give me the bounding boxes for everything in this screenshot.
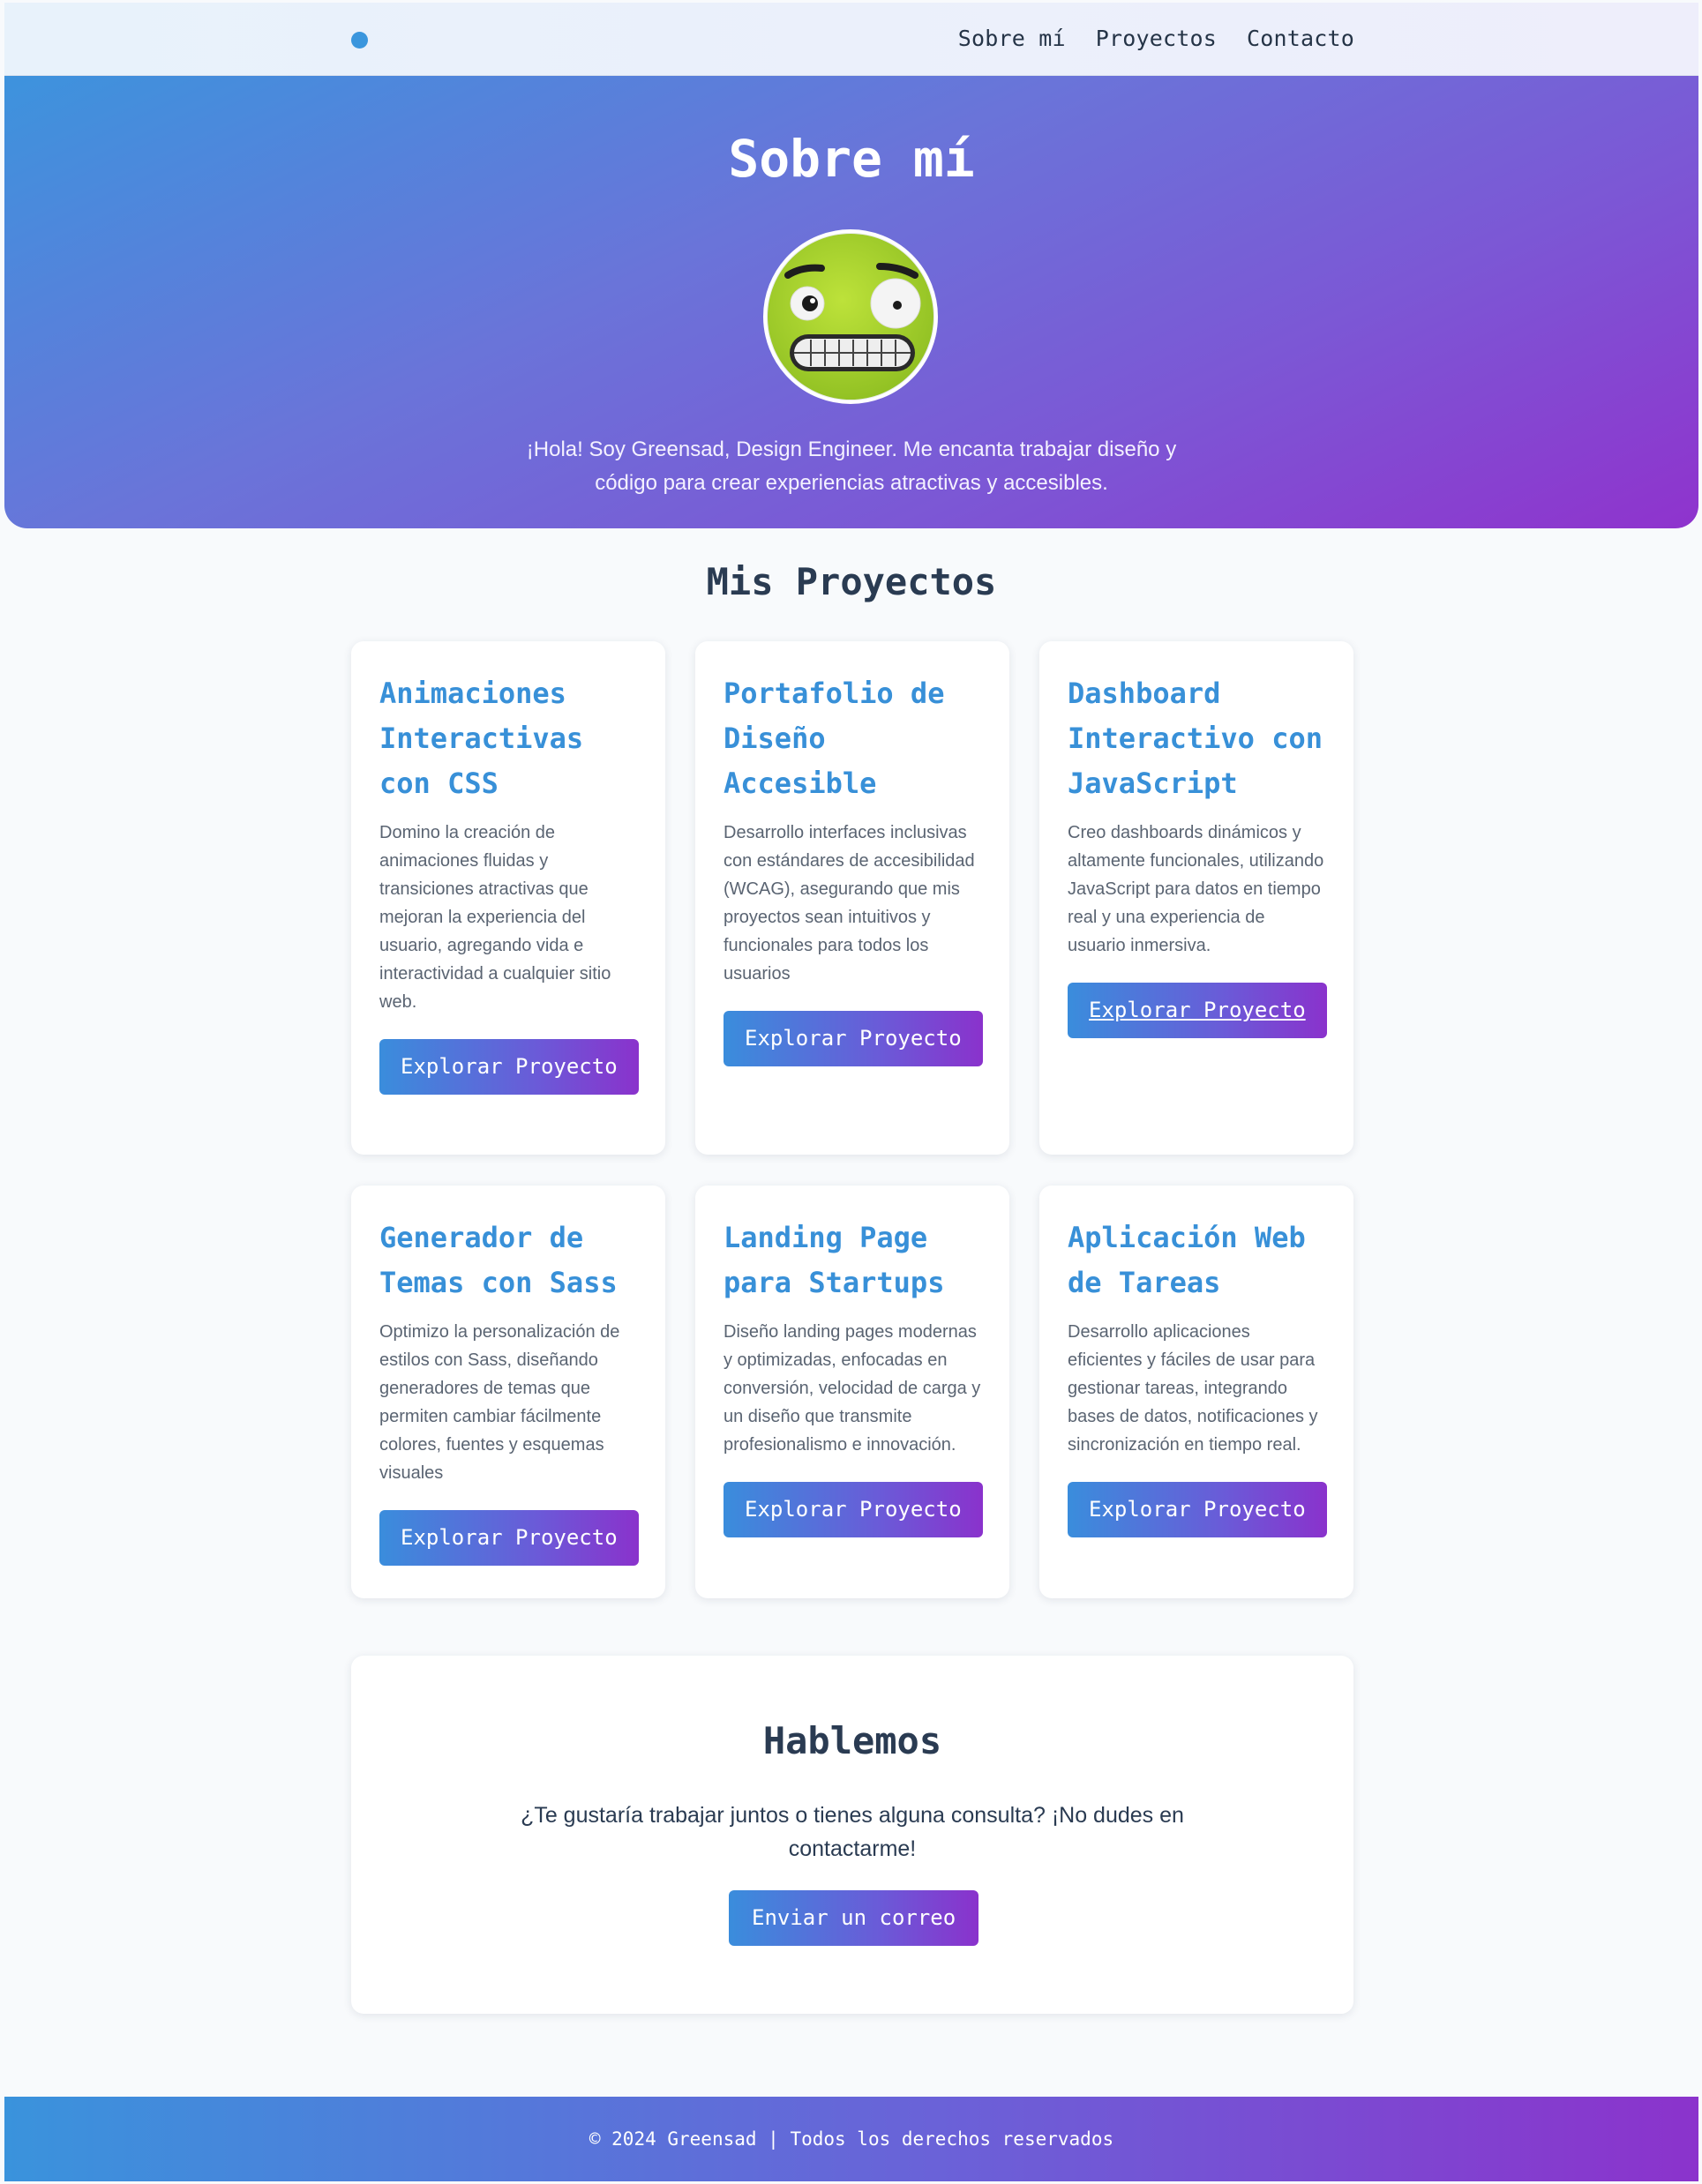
- project-card: Portafolio de Diseño Accesible Desarroll…: [695, 641, 1009, 1155]
- project-card: Dashboard Interactivo con JavaScript Cre…: [1039, 641, 1353, 1155]
- project-description: Diseño landing pages modernas y optimiza…: [724, 1322, 981, 1455]
- project-description: Desarrollo interfaces inclusivas con est…: [724, 823, 975, 984]
- project-card: Animaciones Interactivas con CSS Domino …: [351, 641, 665, 1155]
- nav-links: Sobre mí Proyectos Contacto: [958, 26, 1354, 51]
- send-email-button[interactable]: Enviar un correo: [729, 1890, 979, 1946]
- contact-title: Hablemos: [762, 1719, 942, 1762]
- project-description: Desarrollo aplicaciones eficientes y fác…: [1068, 1322, 1318, 1455]
- explore-project-button[interactable]: Explorar Proyecto: [724, 1482, 983, 1537]
- hero-title: Sobre mí: [728, 129, 975, 189]
- navbar: Sobre mí Proyectos Contacto: [4, 3, 1698, 76]
- explore-project-button[interactable]: Explorar Proyecto: [724, 1011, 983, 1066]
- project-title: Landing Page para Startups: [724, 1221, 945, 1299]
- project-description: Creo dashboards dinámicos y altamente fu…: [1068, 823, 1324, 955]
- footer-text: © 2024 Greensad | Todos los derechos res…: [589, 2128, 1114, 2150]
- explore-project-button[interactable]: Explorar Proyecto: [379, 1039, 639, 1095]
- project-title: Dashboard Interactivo con JavaScript: [1068, 677, 1323, 800]
- logo-dot-icon[interactable]: [351, 32, 368, 49]
- avatar: [763, 229, 938, 404]
- contact-text: ¿Te gustaría trabajar juntos o tienes al…: [521, 1803, 1184, 1861]
- hero-intro: ¡Hola! Soy Greensad, Design Engineer. Me…: [526, 438, 1177, 495]
- explore-project-button[interactable]: Explorar Proyecto: [1068, 983, 1327, 1038]
- nav-link-sobre-mi[interactable]: Sobre mí: [958, 26, 1066, 51]
- footer: © 2024 Greensad | Todos los derechos res…: [4, 2097, 1698, 2181]
- explore-project-button[interactable]: Explorar Proyecto: [379, 1510, 639, 1566]
- project-title: Portafolio de Diseño Accesible: [724, 677, 945, 800]
- explore-project-button[interactable]: Explorar Proyecto: [1068, 1482, 1327, 1537]
- nav-link-contacto[interactable]: Contacto: [1247, 26, 1354, 51]
- nav-link-proyectos[interactable]: Proyectos: [1096, 26, 1217, 51]
- page: Sobre mí Proyectos Contacto Sobre mí ¡Ho…: [4, 3, 1698, 2181]
- project-card: Landing Page para Startups Diseño landin…: [695, 1185, 1009, 1598]
- project-title: Aplicación Web de Tareas: [1068, 1221, 1306, 1299]
- project-description: Domino la creación de animaciones fluida…: [379, 823, 611, 1012]
- project-title: Animaciones Interactivas con CSS: [379, 677, 584, 800]
- contact-section: Hablemos ¿Te gustaría trabajar juntos o …: [351, 1656, 1353, 2014]
- project-card: Generador de Temas con Sass Optimizo la …: [351, 1185, 665, 1598]
- project-title: Generador de Temas con Sass: [379, 1221, 618, 1299]
- grimacing-face-avatar: [767, 233, 934, 400]
- projects-title: Mis Proyectos: [706, 560, 997, 603]
- project-card: Aplicación Web de Tareas Desarrollo apli…: [1039, 1185, 1353, 1598]
- hero-section: Sobre mí ¡Hola! Soy Greensad, Design Eng…: [4, 76, 1698, 528]
- project-description: Optimizo la personalización de estilos c…: [379, 1322, 620, 1483]
